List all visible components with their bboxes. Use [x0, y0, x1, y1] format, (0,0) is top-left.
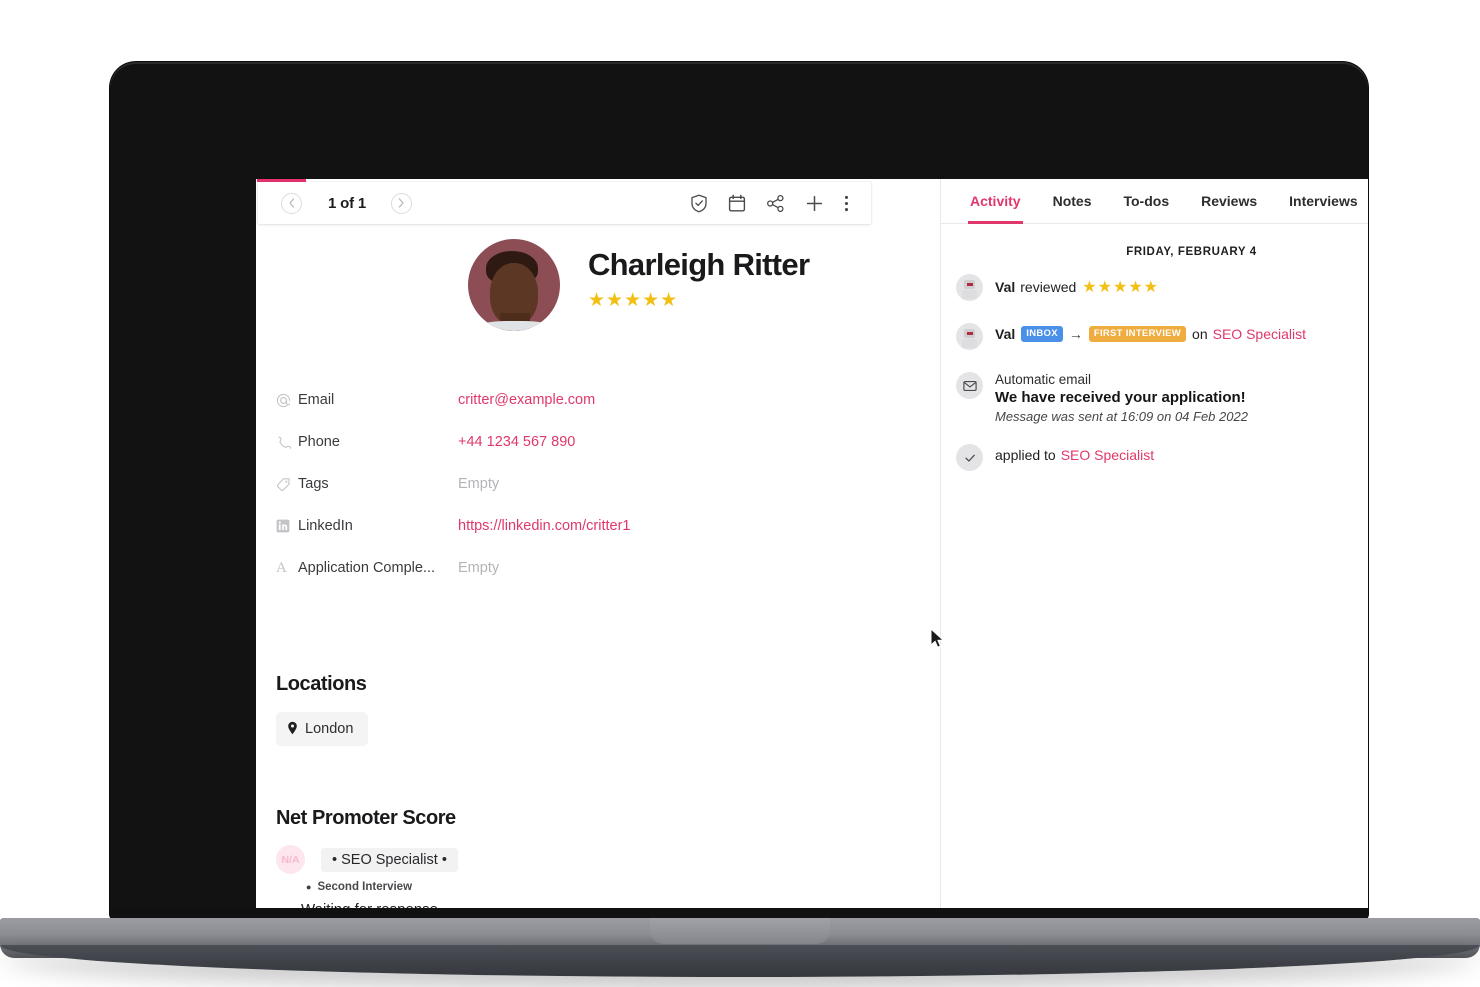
field-label-application-complete: Application Comple...: [298, 560, 436, 576]
field-label-tags: Tags: [298, 476, 329, 492]
field-label-email: Email: [298, 392, 335, 408]
activity-line: Val INBOX → FIRST INTERVIEW on SEO Speci…: [995, 326, 1368, 342]
activity-email-sent-note: Message was sent at 16:09 on 04 Feb 2022: [995, 409, 1248, 424]
map-pin-icon: [287, 721, 298, 738]
avatar: [468, 239, 560, 331]
envelope-icon: [956, 372, 983, 399]
activity-email-subject: We have received your application!: [995, 389, 1246, 406]
robot-avatar: [956, 274, 983, 301]
field-row-tags[interactable]: Tags Empty: [256, 463, 940, 505]
activity-pane: Activity Notes To-dos Reviews Interviews…: [941, 179, 1368, 920]
nps-row: N/A • SEO Specialist •: [276, 845, 458, 874]
field-row-application-complete[interactable]: A Application Comple... Empty: [256, 547, 940, 589]
activity-verb: reviewed: [1020, 279, 1077, 295]
tab-bar: Activity Notes To-dos Reviews Interviews…: [941, 179, 1368, 224]
activity-review-stars: ★★★★★: [1082, 279, 1159, 296]
locations-heading: Locations: [276, 673, 367, 695]
activity-email-meta: Automatic email: [995, 372, 1092, 387]
activity-item-review[interactable]: Val reviewed ★★★★★ 16:42: [941, 274, 1368, 301]
activity-body: applied to SEO Specialist: [995, 444, 1368, 463]
field-row-linkedin[interactable]: LinkedIn https://linkedin.com/critter1: [256, 505, 940, 547]
activity-job-link[interactable]: SEO Specialist: [1213, 326, 1306, 342]
candidate-fields: Email critter@example.com Phone +44 1234…: [256, 379, 940, 589]
profile-rating-stars[interactable]: ★★★★★: [588, 289, 809, 312]
nps-score-badge: N/A: [276, 845, 305, 874]
activity-line: Val reviewed ★★★★★: [995, 277, 1368, 297]
activity-list: Val reviewed ★★★★★ 16:42: [941, 274, 1368, 471]
tab-activity[interactable]: Activity: [954, 179, 1037, 224]
record-counter: 1 of 1: [328, 194, 366, 212]
nps-stage: ● Second Interview: [306, 881, 412, 893]
activity-item-stage-change[interactable]: Val INBOX → FIRST INTERVIEW on SEO Speci…: [941, 323, 1368, 350]
field-value-phone[interactable]: +44 1234 567 890: [458, 434, 575, 450]
robot-eye: [966, 283, 973, 286]
toolbar-actions: [690, 194, 849, 213]
activity-preposition: on: [1192, 326, 1208, 342]
activity-actor: Val: [995, 326, 1016, 342]
activity-applied-text: applied to: [995, 447, 1056, 463]
candidate-detail-pane: 1 of 1 Charleigh Ritter ★★★★★ Email crit…: [256, 179, 940, 920]
field-value-tags[interactable]: Empty: [458, 476, 499, 492]
more-vertical-icon[interactable]: [844, 194, 849, 213]
activity-date-heading: FRIDAY, FEBRUARY 4: [1126, 246, 1257, 258]
activity-body: Val INBOX → FIRST INTERVIEW on SEO Speci…: [995, 323, 1368, 342]
field-value-application-complete[interactable]: Empty: [458, 560, 499, 576]
share-nodes-icon[interactable]: [766, 194, 785, 213]
robot-avatar: [956, 323, 983, 350]
calendar-icon[interactable]: [728, 194, 746, 213]
page-title: Charleigh Ritter: [588, 247, 810, 282]
stage-dot-icon: ●: [306, 882, 312, 892]
activity-item-email[interactable]: Automatic email We have received your ap…: [941, 372, 1368, 424]
status-badge-inbox: INBOX: [1021, 326, 1063, 342]
field-value-linkedin[interactable]: https://linkedin.com/critter1: [458, 518, 630, 534]
previous-candidate-button[interactable]: [281, 192, 302, 214]
tag-icon: [276, 477, 298, 492]
check-icon: [956, 444, 983, 471]
laptop-base-lip: [0, 945, 1480, 977]
name-block: Charleigh Ritter ★★★★★: [588, 239, 810, 312]
avatar-shirt: [476, 321, 554, 331]
candidate-toolbar: 1 of 1: [258, 182, 871, 224]
nps-stage-label: Second Interview: [317, 881, 413, 893]
shield-check-icon[interactable]: [690, 194, 708, 213]
tab-reviews[interactable]: Reviews: [1185, 179, 1273, 224]
field-value-email[interactable]: critter@example.com: [458, 392, 595, 408]
location-label: London: [305, 721, 354, 737]
activity-actor: Val: [995, 279, 1016, 295]
phone-icon: [276, 435, 298, 450]
activity-line: applied to SEO Specialist: [995, 447, 1368, 463]
location-chip-london[interactable]: London: [276, 712, 369, 746]
text-field-icon: A: [276, 559, 287, 576]
robot-eye: [966, 332, 973, 335]
plus-icon[interactable]: [805, 194, 824, 213]
activity-job-link[interactable]: SEO Specialist: [1061, 447, 1154, 463]
robot-body: [962, 290, 977, 299]
tab-to-dos[interactable]: To-dos: [1107, 179, 1185, 224]
tab-notes[interactable]: Notes: [1037, 179, 1108, 224]
activity-item-applied[interactable]: applied to SEO Specialist 16:09: [941, 444, 1368, 471]
profile-header: Charleigh Ritter ★★★★★: [256, 239, 940, 331]
laptop-bezel: 1 of 1 Charleigh Ritter ★★★★★ Email crit…: [110, 62, 1368, 920]
field-row-phone[interactable]: Phone +44 1234 567 890: [256, 421, 940, 463]
activity-body: Automatic email We have received your ap…: [995, 372, 1368, 424]
next-candidate-button[interactable]: [390, 192, 412, 214]
field-row-email[interactable]: Email critter@example.com: [256, 379, 940, 421]
chevron-left-icon: [289, 198, 295, 208]
status-badge-first-interview: FIRST INTERVIEW: [1088, 326, 1187, 342]
field-label-phone: Phone: [298, 434, 340, 450]
activity-body: Val reviewed ★★★★★: [995, 274, 1368, 297]
nps-job-chip[interactable]: • SEO Specialist •: [321, 847, 458, 872]
linkedin-icon: [276, 519, 298, 533]
tab-interviews[interactable]: Interviews: [1273, 179, 1368, 224]
chevron-right-icon: [398, 198, 404, 208]
field-label-linkedin: LinkedIn: [298, 518, 353, 534]
arrow-right-icon: →: [1068, 326, 1083, 342]
robot-body: [962, 339, 977, 348]
laptop-base-notch: [650, 918, 830, 944]
app-screen: 1 of 1 Charleigh Ritter ★★★★★ Email crit…: [256, 179, 1368, 920]
nps-heading: Net Promoter Score: [276, 807, 456, 829]
at-icon: [276, 393, 298, 408]
